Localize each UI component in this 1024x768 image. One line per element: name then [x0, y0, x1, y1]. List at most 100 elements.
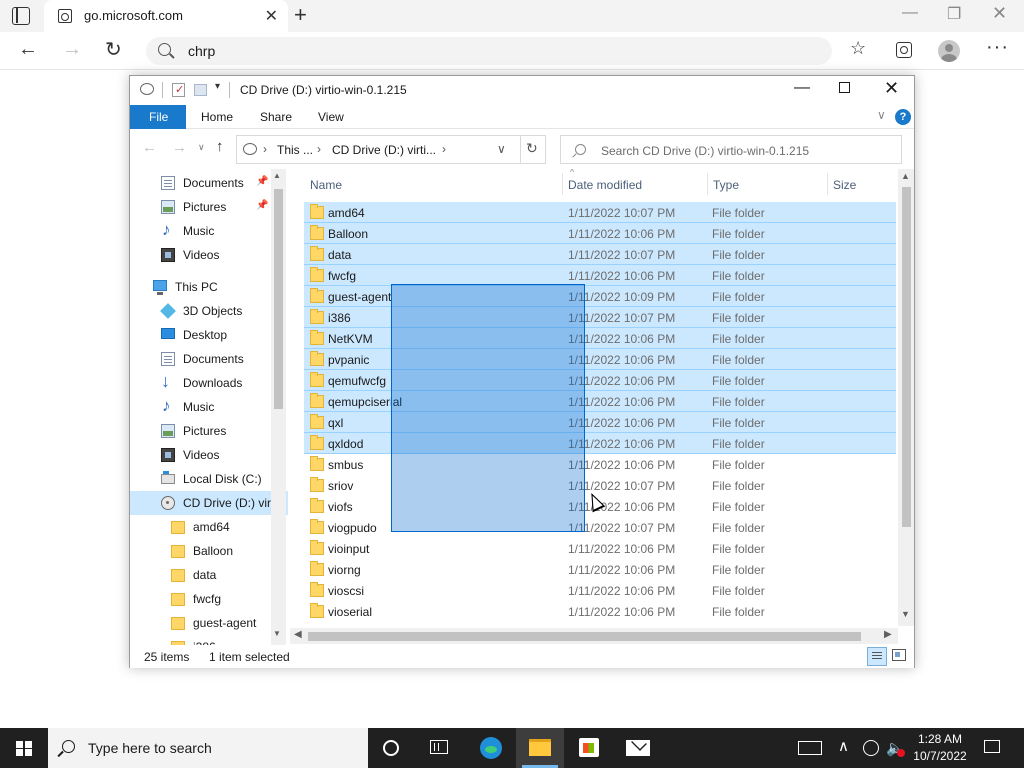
mail-icon[interactable]	[626, 740, 650, 756]
up-button[interactable]: ↑	[216, 138, 224, 155]
explorer-back-button[interactable]: ←	[142, 139, 157, 156]
browser-minimize-button[interactable]: —	[902, 4, 918, 22]
edge-browser-icon[interactable]	[480, 737, 502, 759]
sidebar-item-guest-agent[interactable]: guest-agent	[130, 611, 288, 635]
sidebar-item-local-disk-c[interactable]: Local Disk (C:)	[130, 467, 288, 491]
sidebar-item-downloads[interactable]: Downloads	[130, 371, 288, 395]
sidebar-item-desktop[interactable]: Desktop	[130, 323, 288, 347]
quick-access-dropdown-icon[interactable]: ▾	[215, 81, 220, 92]
breadcrumb[interactable]: › This ... › CD Drive (D:) virti... › ∨	[236, 135, 546, 164]
new-folder-icon[interactable]	[194, 84, 207, 96]
address-dropdown-icon[interactable]: ∨	[497, 142, 506, 156]
sidebar-item-cd-drive-d-virti[interactable]: CD Drive (D:) virti	[130, 491, 288, 515]
new-tab-button[interactable]: +	[294, 2, 307, 28]
column-header-size[interactable]: Size	[827, 169, 897, 199]
recent-locations-icon[interactable]: ∨	[198, 142, 205, 153]
scroll-up-icon[interactable]: ▲	[273, 171, 281, 180]
vertical-scrollbar[interactable]: ▲ ▼	[898, 169, 914, 626]
sidebar-item-music[interactable]: Music	[130, 395, 288, 419]
reload-button[interactable]: ↻	[105, 37, 122, 62]
horizontal-scrollbar[interactable]: ◀ ▶	[290, 628, 898, 644]
sidebar-item-videos[interactable]: Videos	[130, 243, 288, 267]
table-row[interactable]: amd64 1/11/2022 10:07 PM File folder	[304, 202, 896, 223]
sidebar-item-videos[interactable]: Videos	[130, 443, 288, 467]
explorer-search-input[interactable]: Search CD Drive (D:) virtio-win-0.1.215	[560, 135, 902, 164]
tab-file[interactable]: File	[130, 105, 186, 129]
properties-icon[interactable]	[172, 83, 185, 97]
table-row[interactable]: data 1/11/2022 10:07 PM File folder	[304, 244, 896, 265]
table-row[interactable]: qemupciserial 1/11/2022 10:06 PM File fold…	[304, 391, 896, 412]
large-icons-view-icon[interactable]	[892, 649, 906, 661]
explorer-maximize-button[interactable]	[839, 82, 850, 93]
scroll-up-icon[interactable]: ▲	[901, 171, 910, 181]
browser-close-button[interactable]: ✕	[992, 3, 1007, 24]
table-row[interactable]: fwcfg 1/11/2022 10:06 PM File folder	[304, 265, 896, 286]
table-row[interactable]: vioserial 1/11/2022 10:06 PM File folder	[304, 601, 896, 622]
tab-view[interactable]: View	[318, 110, 344, 124]
tab-home[interactable]: Home	[201, 110, 233, 124]
microsoft-store-icon[interactable]	[579, 738, 599, 757]
cortana-icon[interactable]	[383, 740, 399, 756]
table-row[interactable]: viorng 1/11/2022 10:06 PM File folder	[304, 559, 896, 580]
table-row[interactable]: qxldod 1/11/2022 10:06 PM File folder	[304, 433, 896, 454]
expand-ribbon-icon[interactable]: ∨	[877, 108, 886, 122]
table-row[interactable]: Balloon 1/11/2022 10:06 PM File folder	[304, 223, 896, 244]
column-header-date[interactable]: Date modified	[562, 169, 707, 199]
scrollbar-thumb[interactable]	[308, 632, 861, 641]
favorite-star-icon[interactable]: ☆	[850, 38, 866, 59]
table-row[interactable]: pvpanic 1/11/2022 10:06 PM File folder	[304, 349, 896, 370]
sidebar-item-pictures[interactable]: Pictures	[130, 419, 288, 443]
address-bar[interactable]: chrp	[146, 37, 832, 65]
table-row[interactable]: viogpudo 1/11/2022 10:07 PM File folder	[304, 517, 896, 538]
sidebar-item-this-pc[interactable]: This PC	[130, 275, 288, 299]
address-input[interactable]: chrp	[188, 43, 215, 59]
chevron-right-icon[interactable]: ›	[317, 142, 321, 156]
sidebar-item-documents[interactable]: Documents	[130, 347, 288, 371]
table-row[interactable]: qxl 1/11/2022 10:06 PM File folder	[304, 412, 896, 433]
sidebar-item-3d-objects[interactable]: 3D Objects	[130, 299, 288, 323]
sidebar-item-amd64[interactable]: amd64	[130, 515, 288, 539]
back-button[interactable]: ←	[18, 38, 38, 61]
tab-close-icon[interactable]: ✕	[265, 6, 278, 26]
chevron-right-icon[interactable]: ›	[442, 142, 446, 156]
scrollbar-thumb[interactable]	[274, 189, 283, 409]
keyboard-icon[interactable]	[798, 741, 822, 755]
breadcrumb-cd-drive[interactable]: CD Drive (D:) virti...	[332, 143, 436, 157]
sidebar-item-balloon[interactable]: Balloon	[130, 539, 288, 563]
table-row[interactable]: i386 1/11/2022 10:07 PM File folder	[304, 307, 896, 328]
profile-avatar[interactable]	[938, 40, 960, 62]
details-view-icon[interactable]	[867, 647, 887, 666]
table-row[interactable]: NetKVM 1/11/2022 10:06 PM File folder	[304, 328, 896, 349]
show-hidden-icons-icon[interactable]: ∧	[838, 737, 849, 755]
column-header-type[interactable]: Type	[707, 169, 827, 199]
breadcrumb-this-pc[interactable]: This ...	[277, 143, 313, 157]
browser-restore-button[interactable]: ❐	[947, 4, 961, 24]
sidebar-item-music[interactable]: Music	[130, 219, 288, 243]
sidebar-item-fwcfg[interactable]: fwcfg	[130, 587, 288, 611]
column-header-name[interactable]: Name ^	[304, 169, 574, 199]
navigation-pane-scrollbar[interactable]: ▲ ▼	[271, 169, 286, 645]
table-row[interactable]: smbus 1/11/2022 10:06 PM File folder	[304, 454, 896, 475]
scroll-right-icon[interactable]: ▶	[884, 629, 892, 640]
scrollbar-thumb[interactable]	[902, 187, 911, 527]
tab-share[interactable]: Share	[260, 110, 292, 124]
scroll-down-icon[interactable]: ▼	[273, 629, 281, 638]
chevron-right-icon[interactable]: ›	[263, 142, 267, 156]
sidebar-item-documents[interactable]: Documents 📌	[130, 171, 288, 195]
sidebar-item-pictures[interactable]: Pictures 📌	[130, 195, 288, 219]
browser-tab[interactable]: go.microsoft.com ✕	[44, 0, 288, 32]
table-row[interactable]: qemufwcfg 1/11/2022 10:06 PM File folder	[304, 370, 896, 391]
table-row[interactable]: vioscsi 1/11/2022 10:06 PM File folder	[304, 580, 896, 601]
tab-actions-icon[interactable]	[12, 7, 30, 25]
table-row[interactable]: vioinput 1/11/2022 10:06 PM File folder	[304, 538, 896, 559]
taskbar-search-box[interactable]: Type here to search	[48, 728, 368, 768]
collections-icon[interactable]	[896, 42, 912, 58]
explorer-close-button[interactable]: ✕	[884, 78, 899, 99]
more-menu-icon[interactable]: ···	[986, 36, 1009, 59]
help-icon[interactable]: ?	[895, 109, 911, 125]
sidebar-item-data[interactable]: data	[130, 563, 288, 587]
table-row[interactable]: sriov 1/11/2022 10:07 PM File folder	[304, 475, 896, 496]
clock[interactable]: 1:28 AM 10/7/2022	[908, 731, 972, 765]
network-icon[interactable]	[863, 740, 879, 756]
task-view-icon[interactable]	[430, 740, 448, 754]
